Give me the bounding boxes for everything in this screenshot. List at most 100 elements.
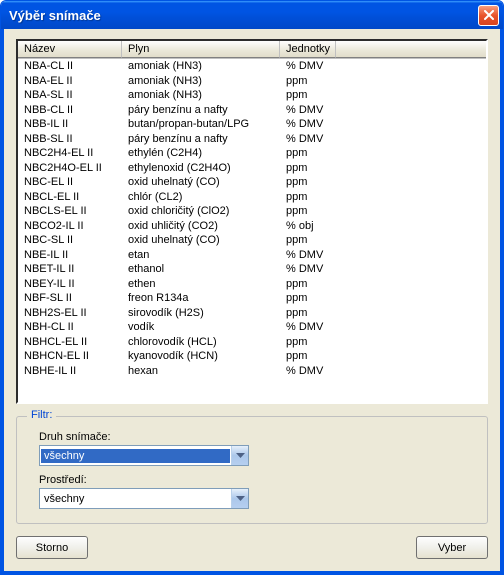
filter-groupbox: Filtr: Druh snímače: všechny Prostředí: … (16, 416, 488, 524)
cell-units: ppm (280, 74, 350, 89)
cell-name: NBF-SL II (18, 291, 122, 306)
close-button[interactable] (478, 5, 499, 26)
env-combo[interactable]: všechny (39, 488, 249, 509)
env-label: Prostředí: (39, 474, 473, 486)
cell-units: ppm (280, 335, 350, 350)
sensor-type-combo[interactable]: všechny (39, 445, 249, 466)
cell-name: NBC-EL II (18, 175, 122, 190)
table-row[interactable]: NBC2H4-EL IIethylén (C2H4)ppm (18, 146, 486, 161)
cell-gas: amoniak (NH3) (122, 74, 280, 89)
table-row[interactable]: NBCO2-IL IIoxid uhličitý (CO2)% obj (18, 219, 486, 234)
cell-gas: vodík (122, 320, 280, 335)
cancel-button[interactable]: Storno (16, 536, 88, 559)
table-row[interactable]: NBHCL-EL IIchlorovodík (HCL)ppm (18, 335, 486, 350)
title-bar: Výběr snímače (1, 1, 503, 29)
cell-units: ppm (280, 161, 350, 176)
env-value: všechny (40, 493, 231, 505)
client-area: Název Plyn Jednotky NBA-CL IIamoniak (HN… (1, 29, 503, 574)
window-title: Výběr snímače (9, 8, 478, 23)
table-row[interactable]: NBB-CL IIpáry benzínu a nafty% DMV (18, 103, 486, 118)
table-row[interactable]: NBB-IL IIbutan/propan-butan/LPG% DMV (18, 117, 486, 132)
listview-body[interactable]: NBA-CL IIamoniak (HN3)% DMVNBA-EL IIamon… (18, 59, 486, 402)
cell-units: % DMV (280, 248, 350, 263)
cell-units: ppm (280, 190, 350, 205)
cell-units: ppm (280, 291, 350, 306)
chevron-down-icon (236, 496, 245, 502)
cell-name: NBHCN-EL II (18, 349, 122, 364)
table-row[interactable]: NBE-IL IIetan% DMV (18, 248, 486, 263)
column-header-name[interactable]: Název (18, 41, 122, 58)
button-row: Storno Vyber (16, 536, 488, 559)
cell-gas: butan/propan-butan/LPG (122, 117, 280, 132)
sensor-listview[interactable]: Název Plyn Jednotky NBA-CL IIamoniak (HN… (16, 39, 488, 404)
table-row[interactable]: NBF-SL IIfreon R134appm (18, 291, 486, 306)
cell-name: NBCO2-IL II (18, 219, 122, 234)
listview-header: Název Plyn Jednotky (18, 41, 486, 59)
column-header-gas[interactable]: Plyn (122, 41, 280, 58)
table-row[interactable]: NBCLS-EL IIoxid chloričitý (ClO2)ppm (18, 204, 486, 219)
cell-units: % DMV (280, 132, 350, 147)
cell-gas: ethylenoxid (C2H4O) (122, 161, 280, 176)
cell-units: % DMV (280, 117, 350, 132)
table-row[interactable]: NBET-IL IIethanol% DMV (18, 262, 486, 277)
column-header-units[interactable]: Jednotky (280, 41, 336, 58)
cell-gas: amoniak (HN3) (122, 59, 280, 74)
cell-units: % DMV (280, 59, 350, 74)
sensor-type-dropdown-button[interactable] (231, 446, 248, 465)
cell-gas: oxid uhelnatý (CO) (122, 233, 280, 248)
sensor-type-label: Druh snímače: (39, 431, 473, 443)
cell-gas: ethylén (C2H4) (122, 146, 280, 161)
cell-name: NBCL-EL II (18, 190, 122, 205)
sensor-type-value: všechny (41, 449, 230, 463)
cell-name: NBC2H4-EL II (18, 146, 122, 161)
cell-units: ppm (280, 233, 350, 248)
table-row[interactable]: NBC2H4O-EL IIethylenoxid (C2H4O)ppm (18, 161, 486, 176)
cell-units: % DMV (280, 103, 350, 118)
table-row[interactable]: NBCL-EL IIchlór (CL2)ppm (18, 190, 486, 205)
cell-units: ppm (280, 88, 350, 103)
select-button[interactable]: Vyber (416, 536, 488, 559)
cell-units: ppm (280, 146, 350, 161)
cell-gas: freon R134a (122, 291, 280, 306)
cell-gas: ethanol (122, 262, 280, 277)
close-icon (484, 10, 494, 20)
table-row[interactable]: NBB-SL IIpáry benzínu a nafty% DMV (18, 132, 486, 147)
table-row[interactable]: NBHCN-EL IIkyanovodík (HCN)ppm (18, 349, 486, 364)
cell-units: % DMV (280, 320, 350, 335)
table-row[interactable]: NBA-EL IIamoniak (NH3)ppm (18, 74, 486, 89)
dialog-window: Výběr snímače Název Plyn Jednotky NBA-CL… (0, 0, 504, 575)
table-row[interactable]: NBH-CL IIvodík% DMV (18, 320, 486, 335)
cell-gas: hexan (122, 364, 280, 379)
cell-units: ppm (280, 277, 350, 292)
cell-units: % DMV (280, 364, 350, 379)
cell-name: NBET-IL II (18, 262, 122, 277)
cell-name: NBB-IL II (18, 117, 122, 132)
cell-gas: oxid uhelnatý (CO) (122, 175, 280, 190)
env-dropdown-button[interactable] (231, 489, 248, 508)
column-header-filler (336, 41, 486, 58)
cell-gas: kyanovodík (HCN) (122, 349, 280, 364)
cell-gas: sirovodík (H2S) (122, 306, 280, 321)
cell-name: NBHCL-EL II (18, 335, 122, 350)
table-row[interactable]: NBEY-IL IIethenppm (18, 277, 486, 292)
table-row[interactable]: NBC-EL IIoxid uhelnatý (CO)ppm (18, 175, 486, 190)
cell-units: % DMV (280, 262, 350, 277)
cell-gas: oxid uhličitý (CO2) (122, 219, 280, 234)
cell-gas: páry benzínu a nafty (122, 103, 280, 118)
cell-units: ppm (280, 175, 350, 190)
cell-gas: chlorovodík (HCL) (122, 335, 280, 350)
cell-name: NBC-SL II (18, 233, 122, 248)
table-row[interactable]: NBC-SL IIoxid uhelnatý (CO)ppm (18, 233, 486, 248)
table-row[interactable]: NBA-SL IIamoniak (NH3)ppm (18, 88, 486, 103)
cell-name: NBCLS-EL II (18, 204, 122, 219)
cell-name: NBH2S-EL II (18, 306, 122, 321)
cell-units: ppm (280, 204, 350, 219)
cell-name: NBE-IL II (18, 248, 122, 263)
chevron-down-icon (236, 453, 245, 459)
cell-gas: oxid chloričitý (ClO2) (122, 204, 280, 219)
table-row[interactable]: NBHE-IL IIhexan% DMV (18, 364, 486, 379)
cell-gas: páry benzínu a nafty (122, 132, 280, 147)
table-row[interactable]: NBH2S-EL IIsirovodík (H2S)ppm (18, 306, 486, 321)
table-row[interactable]: NBA-CL IIamoniak (HN3)% DMV (18, 59, 486, 74)
cell-gas: chlór (CL2) (122, 190, 280, 205)
